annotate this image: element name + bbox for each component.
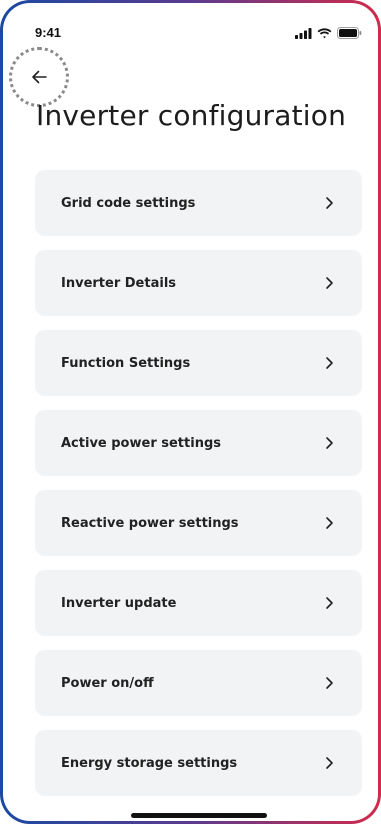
app-screen: 9:41 Inverter configuration Grid code se…	[3, 3, 378, 821]
back-button[interactable]	[9, 47, 69, 107]
menu-item-label: Function Settings	[61, 355, 191, 371]
home-indicator[interactable]	[131, 813, 267, 818]
battery-icon	[337, 27, 362, 39]
chevron-right-icon	[326, 757, 333, 769]
menu-item[interactable]: Inverter update	[35, 570, 362, 636]
chevron-right-icon	[326, 437, 333, 449]
menu-item-label: Grid code settings	[61, 195, 196, 211]
menu-item-label: Power on/off	[61, 675, 154, 691]
settings-menu: Grid code settings Inverter Details Functi…	[35, 170, 362, 810]
page-title: Inverter configuration	[36, 99, 347, 132]
menu-item[interactable]: Inverter Details	[35, 250, 362, 316]
menu-item-label: Inverter Details	[61, 275, 177, 291]
wifi-icon	[317, 27, 332, 38]
status-time: 9:41	[35, 25, 62, 40]
chevron-right-icon	[326, 597, 333, 609]
menu-item-label: Energy storage settings	[61, 755, 238, 771]
menu-item[interactable]: Power on/off	[35, 650, 362, 716]
chevron-right-icon	[326, 197, 333, 209]
signal-icon	[295, 27, 312, 39]
device-frame: 9:41 Inverter configuration Grid code se…	[0, 0, 381, 824]
menu-item-label: Reactive power settings	[61, 515, 239, 531]
arrow-left-icon	[32, 70, 47, 84]
chevron-right-icon	[326, 677, 333, 689]
menu-item[interactable]: Function Settings	[35, 330, 362, 396]
chevron-right-icon	[326, 357, 333, 369]
menu-item[interactable]: Reactive power settings	[35, 490, 362, 556]
status-bar: 9:41	[3, 3, 378, 47]
menu-item[interactable]: Energy storage settings	[35, 730, 362, 796]
menu-item-label: Inverter update	[61, 595, 177, 611]
menu-item-label: Active power settings	[61, 435, 221, 451]
menu-item[interactable]: Active power settings	[35, 410, 362, 476]
chevron-right-icon	[326, 517, 333, 529]
status-icons	[295, 27, 362, 39]
chevron-right-icon	[326, 277, 333, 289]
menu-item[interactable]: Grid code settings	[35, 170, 362, 236]
